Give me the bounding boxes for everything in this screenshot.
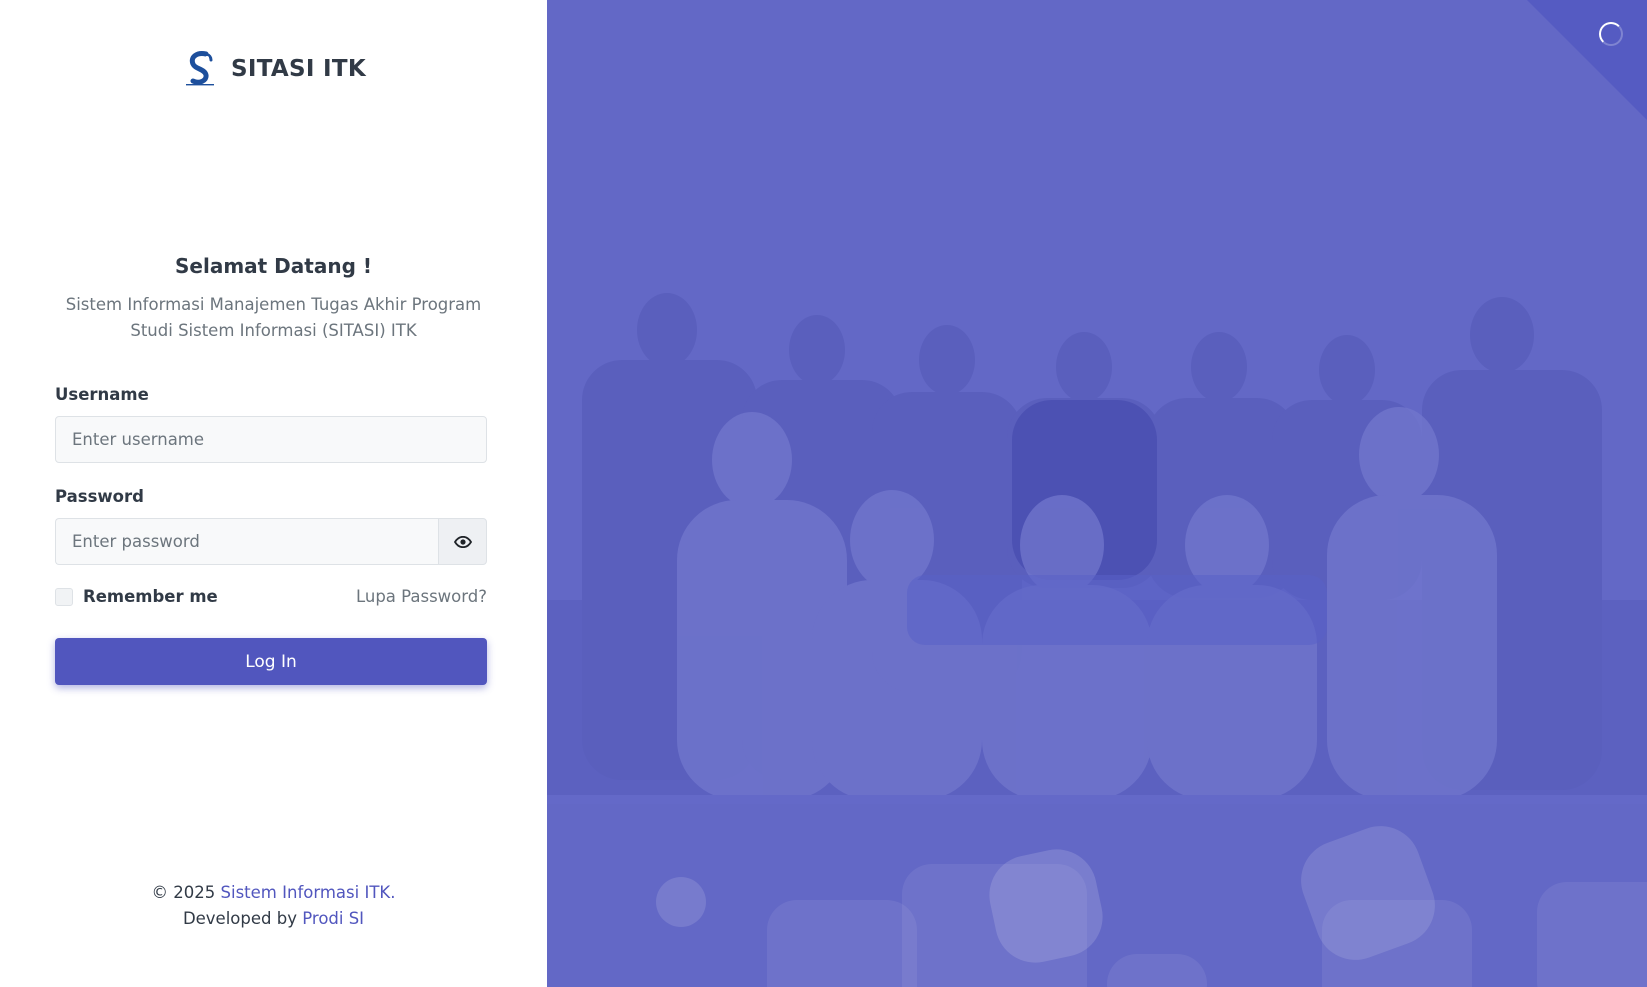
password-input[interactable] <box>55 518 438 565</box>
login-form: Username Password <box>55 385 487 685</box>
login-panel: SITASI ITK Selamat Datang ! Sistem Infor… <box>0 0 547 987</box>
login-page: SITASI ITK Selamat Datang ! Sistem Infor… <box>0 0 1647 987</box>
username-label: Username <box>55 385 149 404</box>
remember-row: Remember me Lupa Password? <box>55 587 487 606</box>
footer: © 2025 Sistem Informasi ITK. Developed b… <box>0 880 547 932</box>
corner-accent <box>1527 0 1647 120</box>
brand: SITASI ITK <box>0 50 547 88</box>
group-photo <box>547 0 1647 804</box>
remember-checkbox[interactable] <box>55 587 73 606</box>
login-button[interactable]: Log In <box>55 638 487 685</box>
password-label: Password <box>55 487 144 506</box>
username-group: Username <box>55 385 487 463</box>
remember-me[interactable]: Remember me <box>55 587 218 606</box>
hero-panel <box>547 0 1647 987</box>
copyright-link[interactable]: Sistem Informasi ITK. <box>221 883 396 902</box>
password-group: Password <box>55 487 487 565</box>
brand-name: SITASI ITK <box>230 56 367 82</box>
password-input-group <box>55 518 487 565</box>
username-input[interactable] <box>55 416 487 463</box>
show-password-button[interactable] <box>438 518 487 565</box>
welcome-title: Selamat Datang ! <box>175 254 372 278</box>
welcome-section: Selamat Datang ! Sistem Informasi Manaje… <box>0 254 547 344</box>
sitasi-logo-icon <box>185 51 214 86</box>
decorative-shapes <box>656 826 1647 987</box>
welcome-subtitle: Sistem Informasi Manajemen Tugas Akhir P… <box>65 295 482 340</box>
spinner-icon <box>1599 22 1623 46</box>
remember-label[interactable]: Remember me <box>83 587 218 606</box>
developed-prefix: Developed by <box>182 909 297 928</box>
developer-link[interactable]: Prodi SI <box>302 909 364 928</box>
developed-line: Developed by Prodi SI <box>0 906 547 932</box>
copyright-line: © 2025 Sistem Informasi ITK. <box>0 880 547 906</box>
copyright-prefix: © 2025 <box>151 883 216 902</box>
eye-icon <box>453 535 472 548</box>
forgot-password-link[interactable]: Lupa Password? <box>356 587 487 606</box>
